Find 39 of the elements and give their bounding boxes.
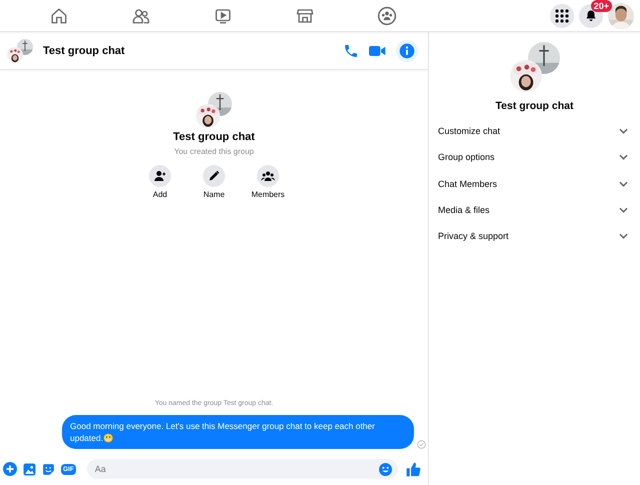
groups-icon xyxy=(377,6,397,26)
section-header[interactable]: Chat Members xyxy=(429,170,640,197)
phone-icon[interactable] xyxy=(343,42,359,58)
plus-icon[interactable] xyxy=(3,462,17,476)
shop-icon xyxy=(296,6,314,24)
thumbs-up-icon[interactable] xyxy=(406,462,421,476)
section-header[interactable]: Media & files xyxy=(429,196,640,224)
grid-icon xyxy=(555,8,569,22)
message-input[interactable]: Aa xyxy=(86,459,398,479)
home-icon xyxy=(50,6,68,24)
sticker-icon[interactable] xyxy=(42,462,55,476)
info-icon xyxy=(399,42,415,58)
image-icon[interactable] xyxy=(23,462,36,476)
video-camera-icon[interactable] xyxy=(369,44,386,58)
group-created-note: You created this group xyxy=(174,147,254,156)
members-button[interactable] xyxy=(257,165,279,187)
video-icon xyxy=(214,6,232,24)
group-name: Test group chat xyxy=(173,131,255,143)
notification-badge: 20+ xyxy=(590,0,612,12)
bell-icon xyxy=(585,9,597,22)
section-header[interactable]: Group options xyxy=(429,144,640,171)
info-button[interactable] xyxy=(396,40,418,62)
section-header[interactable]: Customize chat xyxy=(429,118,640,144)
add-person-icon xyxy=(154,170,166,182)
emoji-icon[interactable] xyxy=(379,462,392,476)
group-icon xyxy=(261,170,275,182)
members-label: Members xyxy=(251,190,285,199)
name-button[interactable] xyxy=(203,165,225,187)
section-header[interactable]: Privacy & support xyxy=(429,223,640,250)
pencil-icon xyxy=(208,170,220,182)
add-label: Add xyxy=(152,190,168,199)
sent-status-icon xyxy=(417,440,426,449)
people-icon xyxy=(132,6,150,24)
message-bubble: Good morning everyone. Let's use this Messenger group chat to keep each other updated.😬 xyxy=(62,415,414,449)
group-name: Test group chat xyxy=(496,100,574,112)
name-label: Name xyxy=(203,190,225,199)
add-button[interactable] xyxy=(149,165,171,187)
menu-button[interactable] xyxy=(550,4,574,28)
chat-title: Test group chat xyxy=(43,44,125,56)
